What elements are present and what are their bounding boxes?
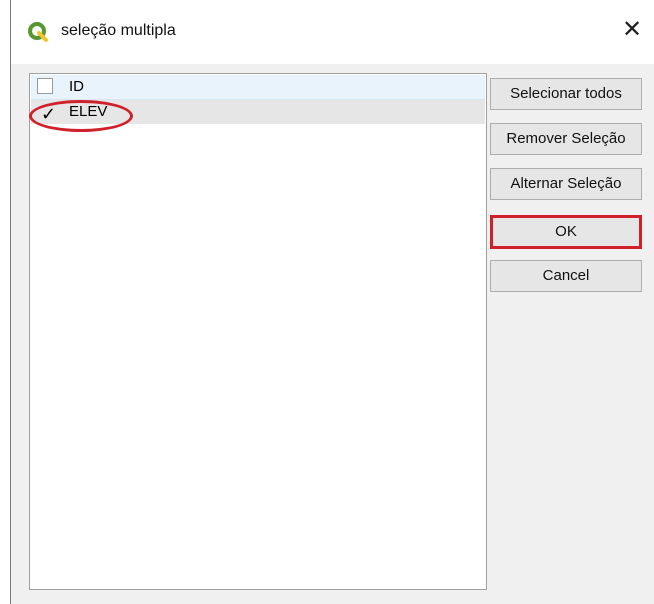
ok-button[interactable]: OK: [490, 215, 642, 249]
list-item-label: ID: [69, 78, 84, 95]
list-item[interactable]: ✓ ELEV: [31, 100, 485, 124]
checkbox-unchecked[interactable]: [37, 78, 53, 94]
checkmark-icon: ✓: [41, 104, 57, 124]
list-item-label: ELEV: [69, 103, 108, 120]
cancel-button[interactable]: Cancel: [490, 260, 642, 292]
qgis-icon: [28, 22, 48, 42]
window-title: seleção multipla: [61, 22, 176, 39]
title-bar: seleção multipla ✕: [11, 0, 654, 64]
field-list[interactable]: ID ✓ ELEV: [29, 73, 487, 590]
list-item[interactable]: ID: [31, 75, 485, 100]
checkbox-checked[interactable]: ✓: [37, 103, 56, 124]
remove-selection-button[interactable]: Remover Seleção: [490, 123, 642, 155]
toggle-selection-button[interactable]: Alternar Seleção: [490, 168, 642, 200]
multiple-selection-dialog: seleção multipla ✕ ID ✓ ELEV Selecionar …: [10, 0, 654, 604]
select-all-button[interactable]: Selecionar todos: [490, 78, 642, 110]
close-icon[interactable]: ✕: [620, 16, 644, 44]
